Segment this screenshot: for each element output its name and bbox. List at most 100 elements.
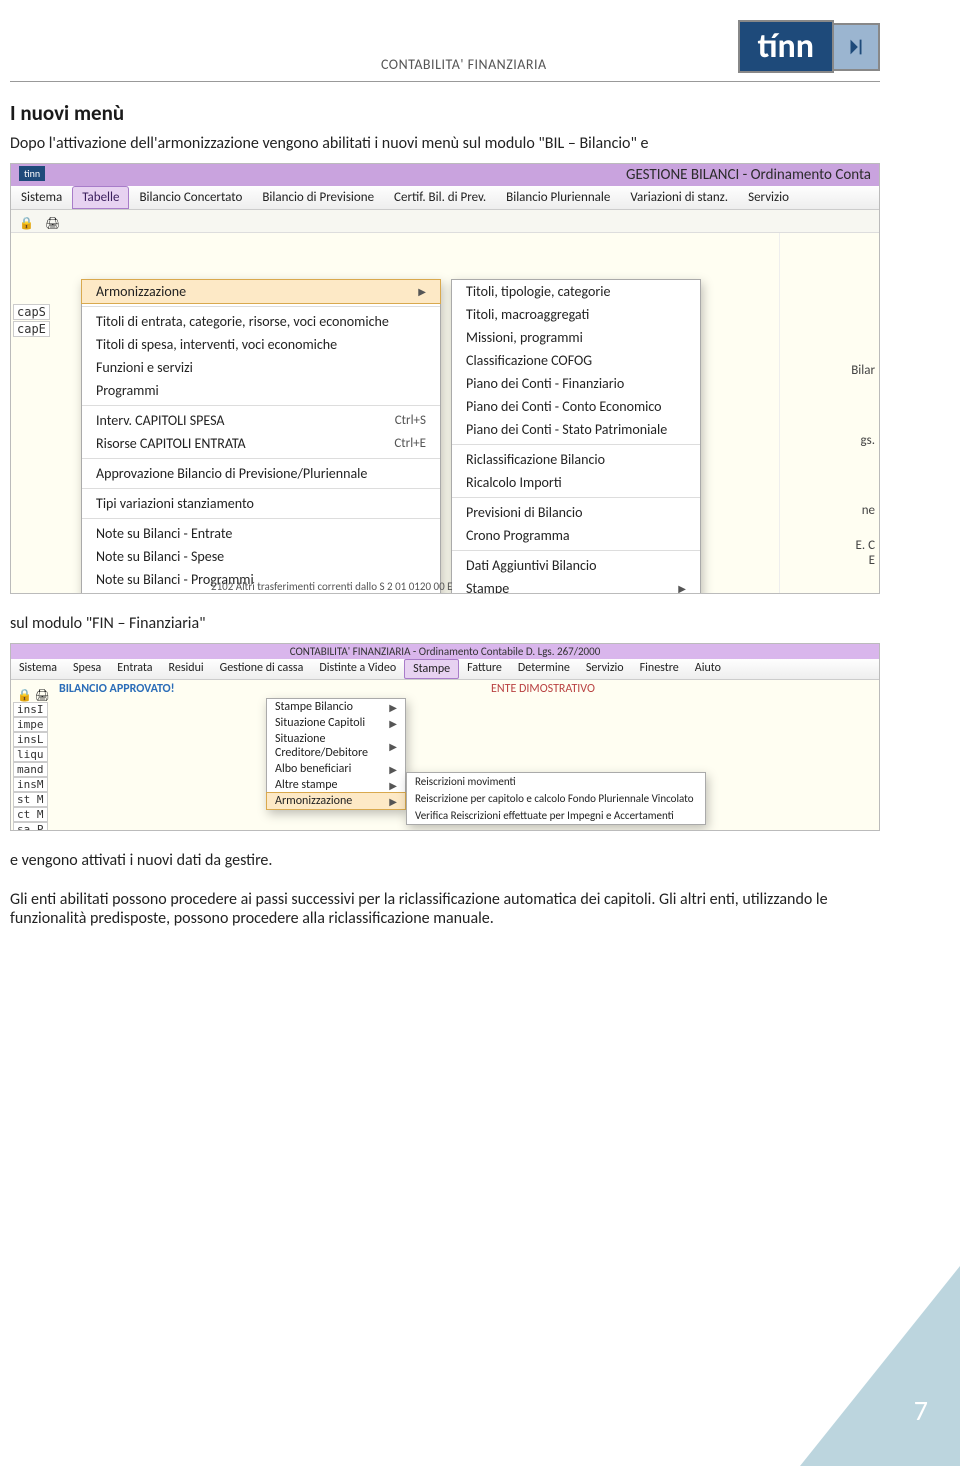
menu-item-aiuto[interactable]: Aiuto — [687, 659, 729, 679]
menu-item-label: Reiscrizioni movimenti — [415, 775, 516, 788]
menu-item[interactable]: Note su Bilanci - Spese — [82, 545, 440, 568]
menu-item-label: Interv. CAPITOLI SPESA — [96, 412, 225, 429]
menu-item[interactable]: Piano dei Conti - Finanziario — [452, 372, 700, 395]
mid-text: sul modulo "FIN – Finanziaria" — [10, 614, 880, 633]
submenu-arrow-icon: ▶ — [389, 763, 397, 776]
menu-item-stampe[interactable]: Stampe — [404, 659, 459, 679]
window-app-badge: tinn — [19, 166, 45, 181]
menu-item-label: Dati Aggiuntivi Bilancio — [466, 557, 596, 574]
submenu-arrow-icon: ▶ — [389, 779, 397, 792]
menu-item-bilancio-di-previsione[interactable]: Bilancio di Previsione — [252, 186, 384, 209]
right-label: gs. — [861, 433, 876, 448]
menu-item-variazioni-di-stanz-[interactable]: Variazioni di stanz. — [620, 186, 738, 209]
page-corner-triangle — [800, 1266, 960, 1466]
bilancio-approvato-label: BILANCIO APPROVATO! — [59, 682, 175, 696]
menu-item[interactable]: Piano dei Conti - Stato Patrimoniale — [452, 418, 700, 441]
menu-item-label: Previsioni di Bilancio — [466, 504, 583, 521]
menu-item[interactable]: Approvazione Bilancio di Previsione/Plur… — [82, 462, 440, 485]
lock-icon[interactable] — [19, 214, 33, 228]
menu-item[interactable]: Altre stampe▶ — [267, 777, 405, 793]
menu-item-label: Funzioni e servizi — [96, 359, 193, 376]
menu-item[interactable]: Titoli, tipologie, categorie — [452, 280, 700, 303]
menu-item-sistema[interactable]: Sistema — [11, 186, 72, 209]
menu-item[interactable]: Piano dei Conti - Conto Economico — [452, 395, 700, 418]
truncated-right-labels: Bilar gs. ne E. C E — [779, 233, 879, 593]
menu-item[interactable]: Riclassificazione Bilancio — [452, 448, 700, 471]
menu-item-tabelle[interactable]: Tabelle — [72, 186, 129, 209]
menu-item-residui[interactable]: Residui — [161, 659, 212, 679]
menu-item-label: Ricalcolo Importi — [466, 474, 562, 491]
menu-item-servizio[interactable]: Servizio — [738, 186, 799, 209]
menu-item-finestre[interactable]: Finestre — [632, 659, 687, 679]
menu-item[interactable]: Missioni, programmi — [452, 326, 700, 349]
armonizzazione-submenu2: Reiscrizioni movimenti Reiscrizione per c… — [406, 772, 706, 825]
menu-item-label: Situazione Creditore/Debitore — [275, 732, 371, 760]
menu-item[interactable]: Stampe▶ — [452, 577, 700, 594]
side-code: ct M — [13, 807, 48, 822]
menu-item-entrata[interactable]: Entrata — [109, 659, 160, 679]
screenshot-fin: CONTABILITA' FINANZIARIA - Ordinamento C… — [10, 643, 880, 831]
print-icon[interactable] — [45, 214, 59, 228]
menu-item[interactable]: Reiscrizione per capitolo e calcolo Fond… — [407, 790, 705, 807]
side-code: st M — [13, 792, 48, 807]
menu-item[interactable]: Crono Programma — [452, 524, 700, 547]
menu-item-fatture[interactable]: Fatture — [459, 659, 510, 679]
menu-item-label: Verifica Reiscrizioni effettuate per Imp… — [415, 809, 674, 822]
menu-item[interactable]: Situazione Capitoli▶ — [267, 715, 405, 731]
menu-item[interactable]: Titoli di entrata, categorie, risorse, v… — [82, 310, 440, 333]
menu-item-label: Crono Programma — [466, 527, 570, 544]
right-label: ne — [862, 503, 875, 518]
menu-item[interactable]: Reiscrizioni movimenti — [407, 773, 705, 790]
menu-item-bilancio-concertato[interactable]: Bilancio Concertato — [129, 186, 252, 209]
menu-item[interactable]: Tipi variazioni stanziamento — [82, 492, 440, 515]
menu-item-label: Stampe Bilancio — [275, 700, 353, 714]
menu-item-servizio[interactable]: Servizio — [578, 659, 632, 679]
menu-item[interactable]: Stampe Bilancio▶ — [267, 699, 405, 715]
header-title: CONTABILITA' FINANZIARIA — [381, 56, 547, 73]
menu-item-sistema[interactable]: Sistema — [11, 659, 65, 679]
window-title-bar: tinn GESTIONE BILANCI - Ordinamento Cont… — [11, 164, 879, 186]
menu-item[interactable]: Funzioni e servizi — [82, 356, 440, 379]
menu-item-bilancio-pluriennale[interactable]: Bilancio Pluriennale — [496, 186, 620, 209]
menu-item-label: Stampe — [466, 580, 509, 594]
screenshot-bil: tinn GESTIONE BILANCI - Ordinamento Cont… — [10, 163, 880, 594]
menu-item-label: Note su Bilanci - Spese — [96, 548, 224, 565]
menu-item[interactable]: Ricalcolo Importi — [452, 471, 700, 494]
side-code: insI — [13, 702, 48, 717]
lock-icon[interactable] — [17, 685, 31, 699]
menu-item[interactable]: Interv. CAPITOLI SPESACtrl+S — [82, 409, 440, 432]
menu-item[interactable]: Albo beneficiari▶ — [267, 761, 405, 777]
menu-item-label: Armonizzazione — [275, 794, 352, 808]
menu-item-certif-bil-di-prev-[interactable]: Certif. Bil. di Prev. — [384, 186, 496, 209]
menu-item[interactable]: Verifica Reiscrizioni effettuate per Imp… — [407, 807, 705, 824]
final-para: Gli enti abilitati possono procedere ai … — [10, 890, 880, 928]
side-code: mand — [13, 762, 48, 777]
menu-item-determine[interactable]: Determine — [510, 659, 578, 679]
window-title: GESTIONE BILANCI - Ordinamento Conta — [626, 166, 871, 184]
menu-item-label: Risorse CAPITOLI ENTRATA — [96, 435, 246, 452]
side-code: liqu — [13, 747, 48, 762]
print-icon[interactable] — [35, 685, 49, 699]
menu-item[interactable]: Risorse CAPITOLI ENTRATACtrl+E — [82, 432, 440, 455]
intro-text: Dopo l'attivazione dell'armonizzazione v… — [10, 134, 880, 153]
menu-item[interactable]: Situazione Creditore/Debitore▶ — [267, 731, 405, 761]
menu-item[interactable]: Titoli di spesa, interventi, voci econom… — [82, 333, 440, 356]
menu-item-distinte-a-video[interactable]: Distinte a Video — [311, 659, 404, 679]
menu-item-spesa[interactable]: Spesa — [65, 659, 109, 679]
menu-item[interactable]: Dati Aggiuntivi Bilancio — [452, 554, 700, 577]
side-shortcut-codes: capScapE — [13, 303, 50, 338]
menu-item-label: Armonizzazione — [96, 283, 186, 300]
menu-item-label: Tipi variazioni stanziamento — [96, 495, 254, 512]
menu-item[interactable]: Previsioni di Bilancio — [452, 501, 700, 524]
menubar: SistemaTabelleBilancio ConcertatoBilanci… — [11, 186, 879, 210]
menu-item[interactable]: Classificazione COFOG — [452, 349, 700, 372]
menu-item[interactable]: Note su Bilanci - Entrate — [82, 522, 440, 545]
menu-item-gestione-di-cassa[interactable]: Gestione di cassa — [212, 659, 312, 679]
menu-item-label: Titoli di spesa, interventi, voci econom… — [96, 336, 337, 353]
menu-item[interactable]: Armonizzazione▶ — [266, 792, 406, 810]
menu-item[interactable]: Armonizzazione▶ — [81, 279, 441, 304]
menu-item[interactable]: Programmi — [82, 379, 440, 402]
logo-arrow-icon — [834, 23, 880, 71]
menu-item[interactable]: Titoli, macroaggregati — [452, 303, 700, 326]
stampe-dropdown: Stampe Bilancio▶Situazione Capitoli▶Situ… — [266, 698, 406, 810]
